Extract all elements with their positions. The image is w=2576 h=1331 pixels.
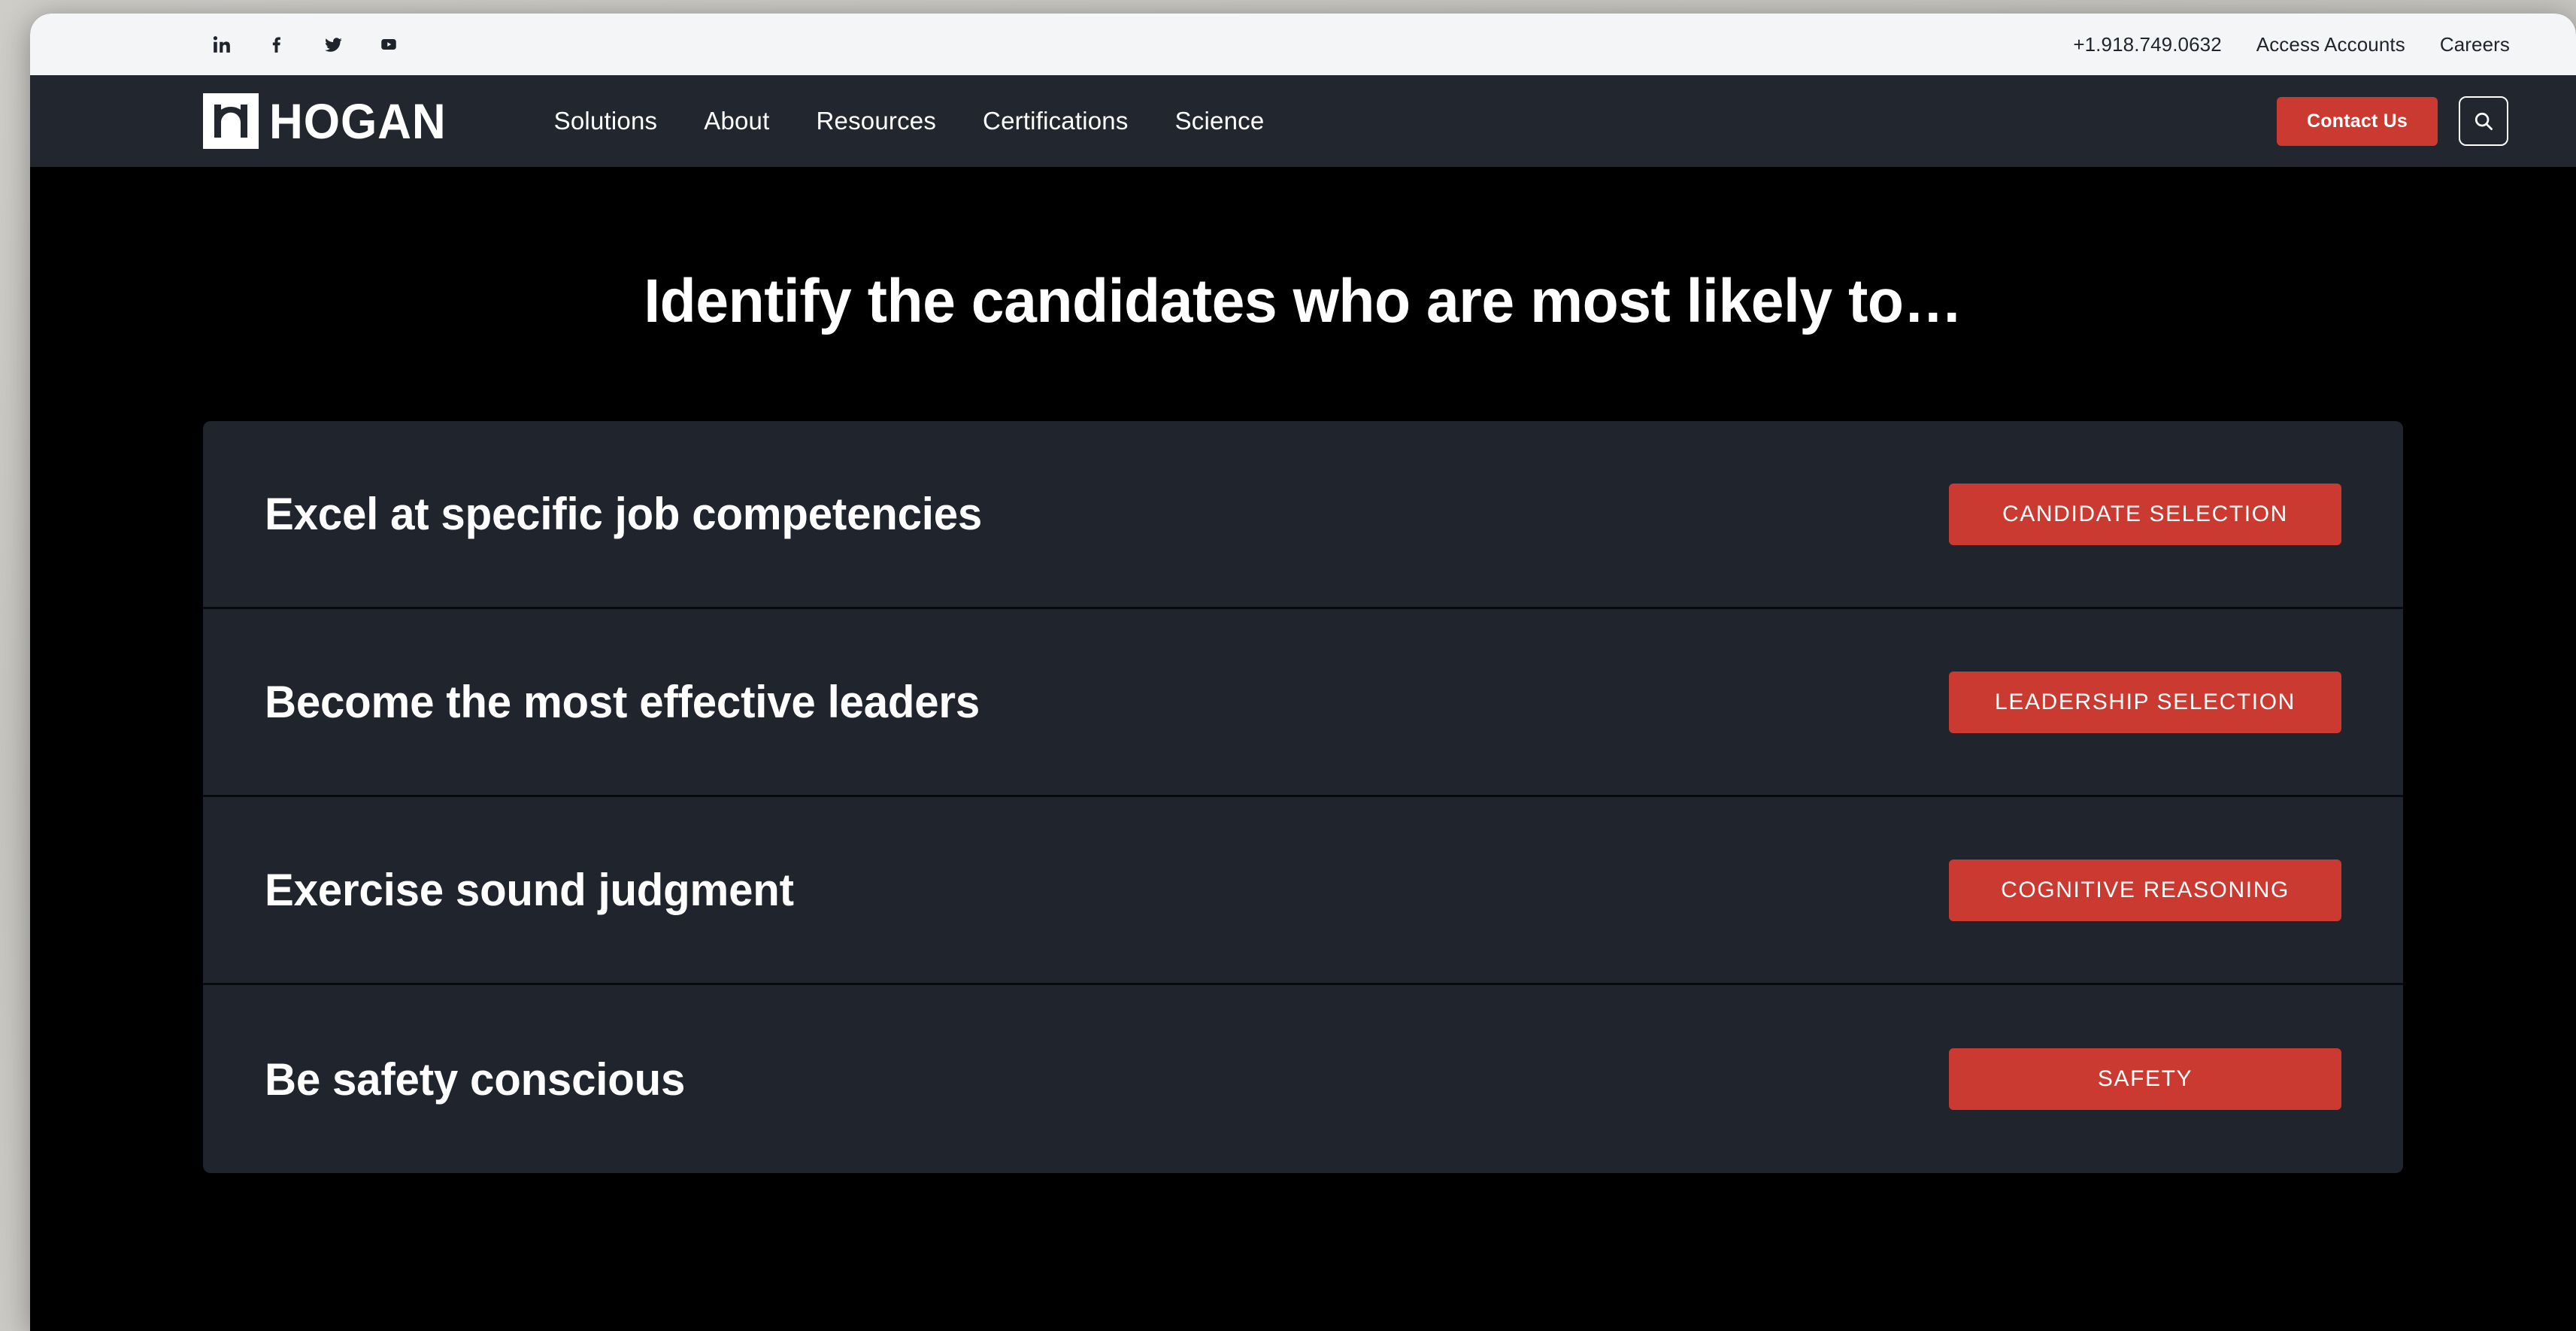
page-title: Identify the candidates who are most lik… bbox=[644, 267, 1962, 335]
list-item: Be safety conscious SAFETY bbox=[203, 985, 2403, 1173]
desktop-background: +1.918.749.0632 Access Accounts Careers … bbox=[0, 0, 2576, 1331]
search-icon bbox=[2472, 110, 2495, 132]
twitter-icon[interactable] bbox=[322, 33, 344, 56]
cta-row-title: Excel at specific job competencies bbox=[265, 489, 983, 539]
access-accounts-link[interactable]: Access Accounts bbox=[2256, 33, 2405, 56]
browser-window: +1.918.749.0632 Access Accounts Careers … bbox=[30, 14, 2576, 1331]
nav-item-solutions[interactable]: Solutions bbox=[554, 107, 658, 135]
list-item: Become the most effective leaders LEADER… bbox=[203, 609, 2403, 797]
list-item: Exercise sound judgment COGNITIVE REASON… bbox=[203, 797, 2403, 985]
nav-item-science[interactable]: Science bbox=[1175, 107, 1265, 135]
brand-logo[interactable]: HOGAN bbox=[203, 93, 458, 149]
phone-number-link[interactable]: +1.918.749.0632 bbox=[2073, 33, 2221, 56]
nav-item-about[interactable]: About bbox=[704, 107, 769, 135]
cta-row-title: Become the most effective leaders bbox=[265, 677, 980, 727]
utility-links: +1.918.749.0632 Access Accounts Careers bbox=[2073, 33, 2510, 56]
cognitive-reasoning-button[interactable]: COGNITIVE REASONING bbox=[1949, 859, 2341, 921]
page-body: Identify the candidates who are most lik… bbox=[30, 167, 2576, 1331]
list-item: Excel at specific job competencies CANDI… bbox=[203, 421, 2403, 609]
nav-item-resources[interactable]: Resources bbox=[816, 107, 936, 135]
social-links bbox=[211, 33, 400, 56]
main-nav: Solutions About Resources Certifications… bbox=[554, 107, 1265, 135]
cta-row-title: Be safety conscious bbox=[265, 1054, 686, 1105]
leadership-selection-button[interactable]: LEADERSHIP SELECTION bbox=[1949, 671, 2341, 733]
candidate-selection-button[interactable]: CANDIDATE SELECTION bbox=[1949, 483, 2341, 545]
linkedin-icon[interactable] bbox=[211, 33, 233, 56]
safety-button[interactable]: SAFETY bbox=[1949, 1048, 2341, 1110]
cta-card: Excel at specific job competencies CANDI… bbox=[203, 421, 2403, 1173]
utility-bar: +1.918.749.0632 Access Accounts Careers bbox=[30, 14, 2576, 75]
cta-row-title: Exercise sound judgment bbox=[265, 865, 794, 915]
search-button[interactable] bbox=[2459, 96, 2508, 146]
header-actions: Contact Us bbox=[2277, 96, 2508, 146]
hogan-arch-logo-icon bbox=[203, 93, 259, 149]
careers-link[interactable]: Careers bbox=[2440, 33, 2510, 56]
youtube-icon[interactable] bbox=[377, 33, 400, 56]
facebook-icon[interactable] bbox=[266, 33, 289, 56]
contact-us-button[interactable]: Contact Us bbox=[2277, 96, 2438, 146]
nav-item-certifications[interactable]: Certifications bbox=[983, 107, 1129, 135]
brand-wordmark: HOGAN bbox=[269, 93, 447, 149]
site-header: HOGAN Solutions About Resources Certific… bbox=[30, 75, 2576, 167]
